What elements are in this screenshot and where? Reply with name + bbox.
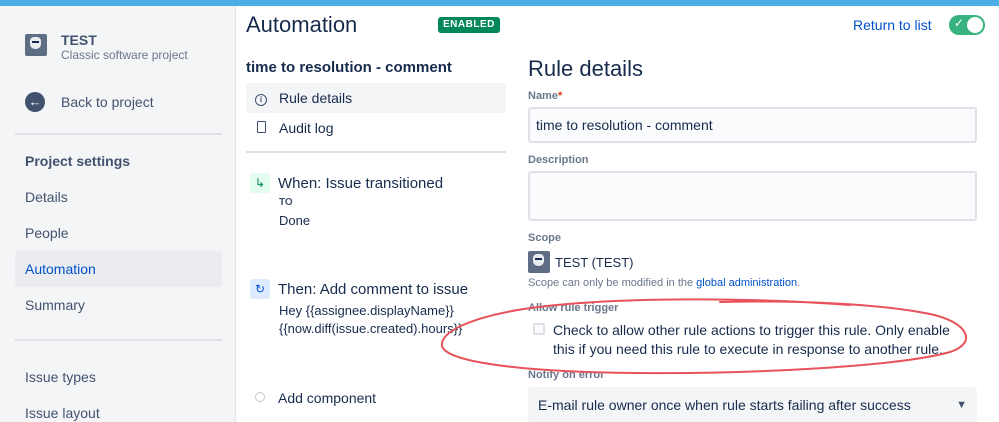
project-sidebar: TEST Classic software project ← Back to … — [0, 6, 236, 422]
notify-on-error-select[interactable]: E-mail rule owner once when rule starts … — [528, 387, 977, 422]
add-component-button[interactable]: Add component — [278, 390, 376, 406]
sidebar-item-details[interactable]: Details — [15, 179, 222, 215]
transition-icon: ↳ — [250, 173, 270, 193]
trigger-to-label: TO — [279, 197, 293, 208]
action-comment-line: {{now.diff(issue.created).hours}} — [279, 321, 463, 336]
scope-note-end: . — [797, 277, 801, 289]
required-marker: * — [557, 90, 563, 102]
notify-on-error-value: E-mail rule owner once when rule starts … — [538, 397, 911, 413]
sidebar-item-issue-layout[interactable]: Issue layout — [15, 395, 222, 422]
rule-name-heading: time to resolution - comment — [246, 59, 452, 76]
page-title: Automation — [246, 12, 358, 37]
project-type: Classic software project — [61, 48, 188, 62]
rule-enabled-toggle[interactable]: ✓ — [949, 15, 985, 35]
sidebar-item-issue-types[interactable]: Issue types — [15, 359, 222, 395]
back-to-project-label: Back to project — [61, 94, 154, 110]
action-comment-line: Hey {{assignee.displayName}} — [279, 303, 454, 318]
allow-rule-trigger-label: Allow rule trigger — [528, 302, 619, 314]
chevron-down-icon: ▼ — [956, 399, 967, 411]
info-icon: i — [254, 91, 268, 106]
toggle-knob — [967, 17, 983, 33]
sidebar-divider — [15, 339, 222, 341]
sidebar-item-automation[interactable]: Automation — [15, 251, 222, 287]
return-to-list-link[interactable]: Return to list — [853, 17, 932, 33]
scope-note-text: Scope can only be modified in the — [528, 277, 697, 289]
sidebar-item-summary[interactable]: Summary — [15, 287, 222, 323]
trigger-to-value: Done — [279, 213, 311, 228]
action-component[interactable]: Then: Add comment to issue — [278, 281, 468, 298]
notify-on-error-label: Notify on error — [528, 369, 605, 381]
add-component-icon — [255, 392, 265, 402]
description-label: Description — [528, 154, 589, 166]
scope-value: TEST (TEST) — [555, 255, 634, 270]
nav-rule-details[interactable]: i Rule details — [246, 83, 506, 113]
allow-rule-trigger-checkbox[interactable] — [533, 323, 545, 335]
back-to-project-link[interactable]: ← Back to project — [25, 92, 154, 112]
global-administration-link[interactable]: global administration — [696, 277, 797, 289]
project-avatar — [25, 34, 47, 56]
comment-action-icon: ↻ — [250, 279, 270, 299]
trigger-component[interactable]: When: Issue transitioned — [278, 175, 443, 192]
project-settings-heading: Project settings — [25, 153, 131, 169]
status-badge: ENABLED — [438, 17, 500, 33]
allow-rule-trigger-text: Check to allow other rule actions to tri… — [553, 322, 950, 357]
rule-nav-divider — [246, 151, 506, 153]
rule-details-title: Rule details — [528, 56, 643, 81]
sidebar-divider — [15, 133, 222, 135]
nav-audit-log-label: Audit log — [279, 120, 334, 136]
project-name: TEST — [61, 32, 97, 48]
sidebar-item-people[interactable]: People — [15, 215, 222, 251]
project-avatar — [528, 251, 550, 273]
rule-name-field[interactable]: time to resolution - comment — [528, 107, 977, 143]
description-field[interactable] — [528, 171, 977, 221]
name-label: Name* — [528, 90, 562, 102]
scope-label: Scope — [528, 232, 562, 244]
document-icon — [254, 120, 268, 136]
nav-audit-log[interactable]: Audit log — [246, 113, 506, 143]
scope-note: Scope can only be modified in the global… — [528, 277, 800, 289]
nav-rule-details-label: Rule details — [279, 90, 353, 106]
check-icon: ✓ — [954, 16, 965, 30]
arrow-left-icon: ← — [25, 92, 45, 112]
project-header: TEST Classic software project — [25, 32, 188, 63]
name-label-text: Name — [528, 90, 558, 102]
